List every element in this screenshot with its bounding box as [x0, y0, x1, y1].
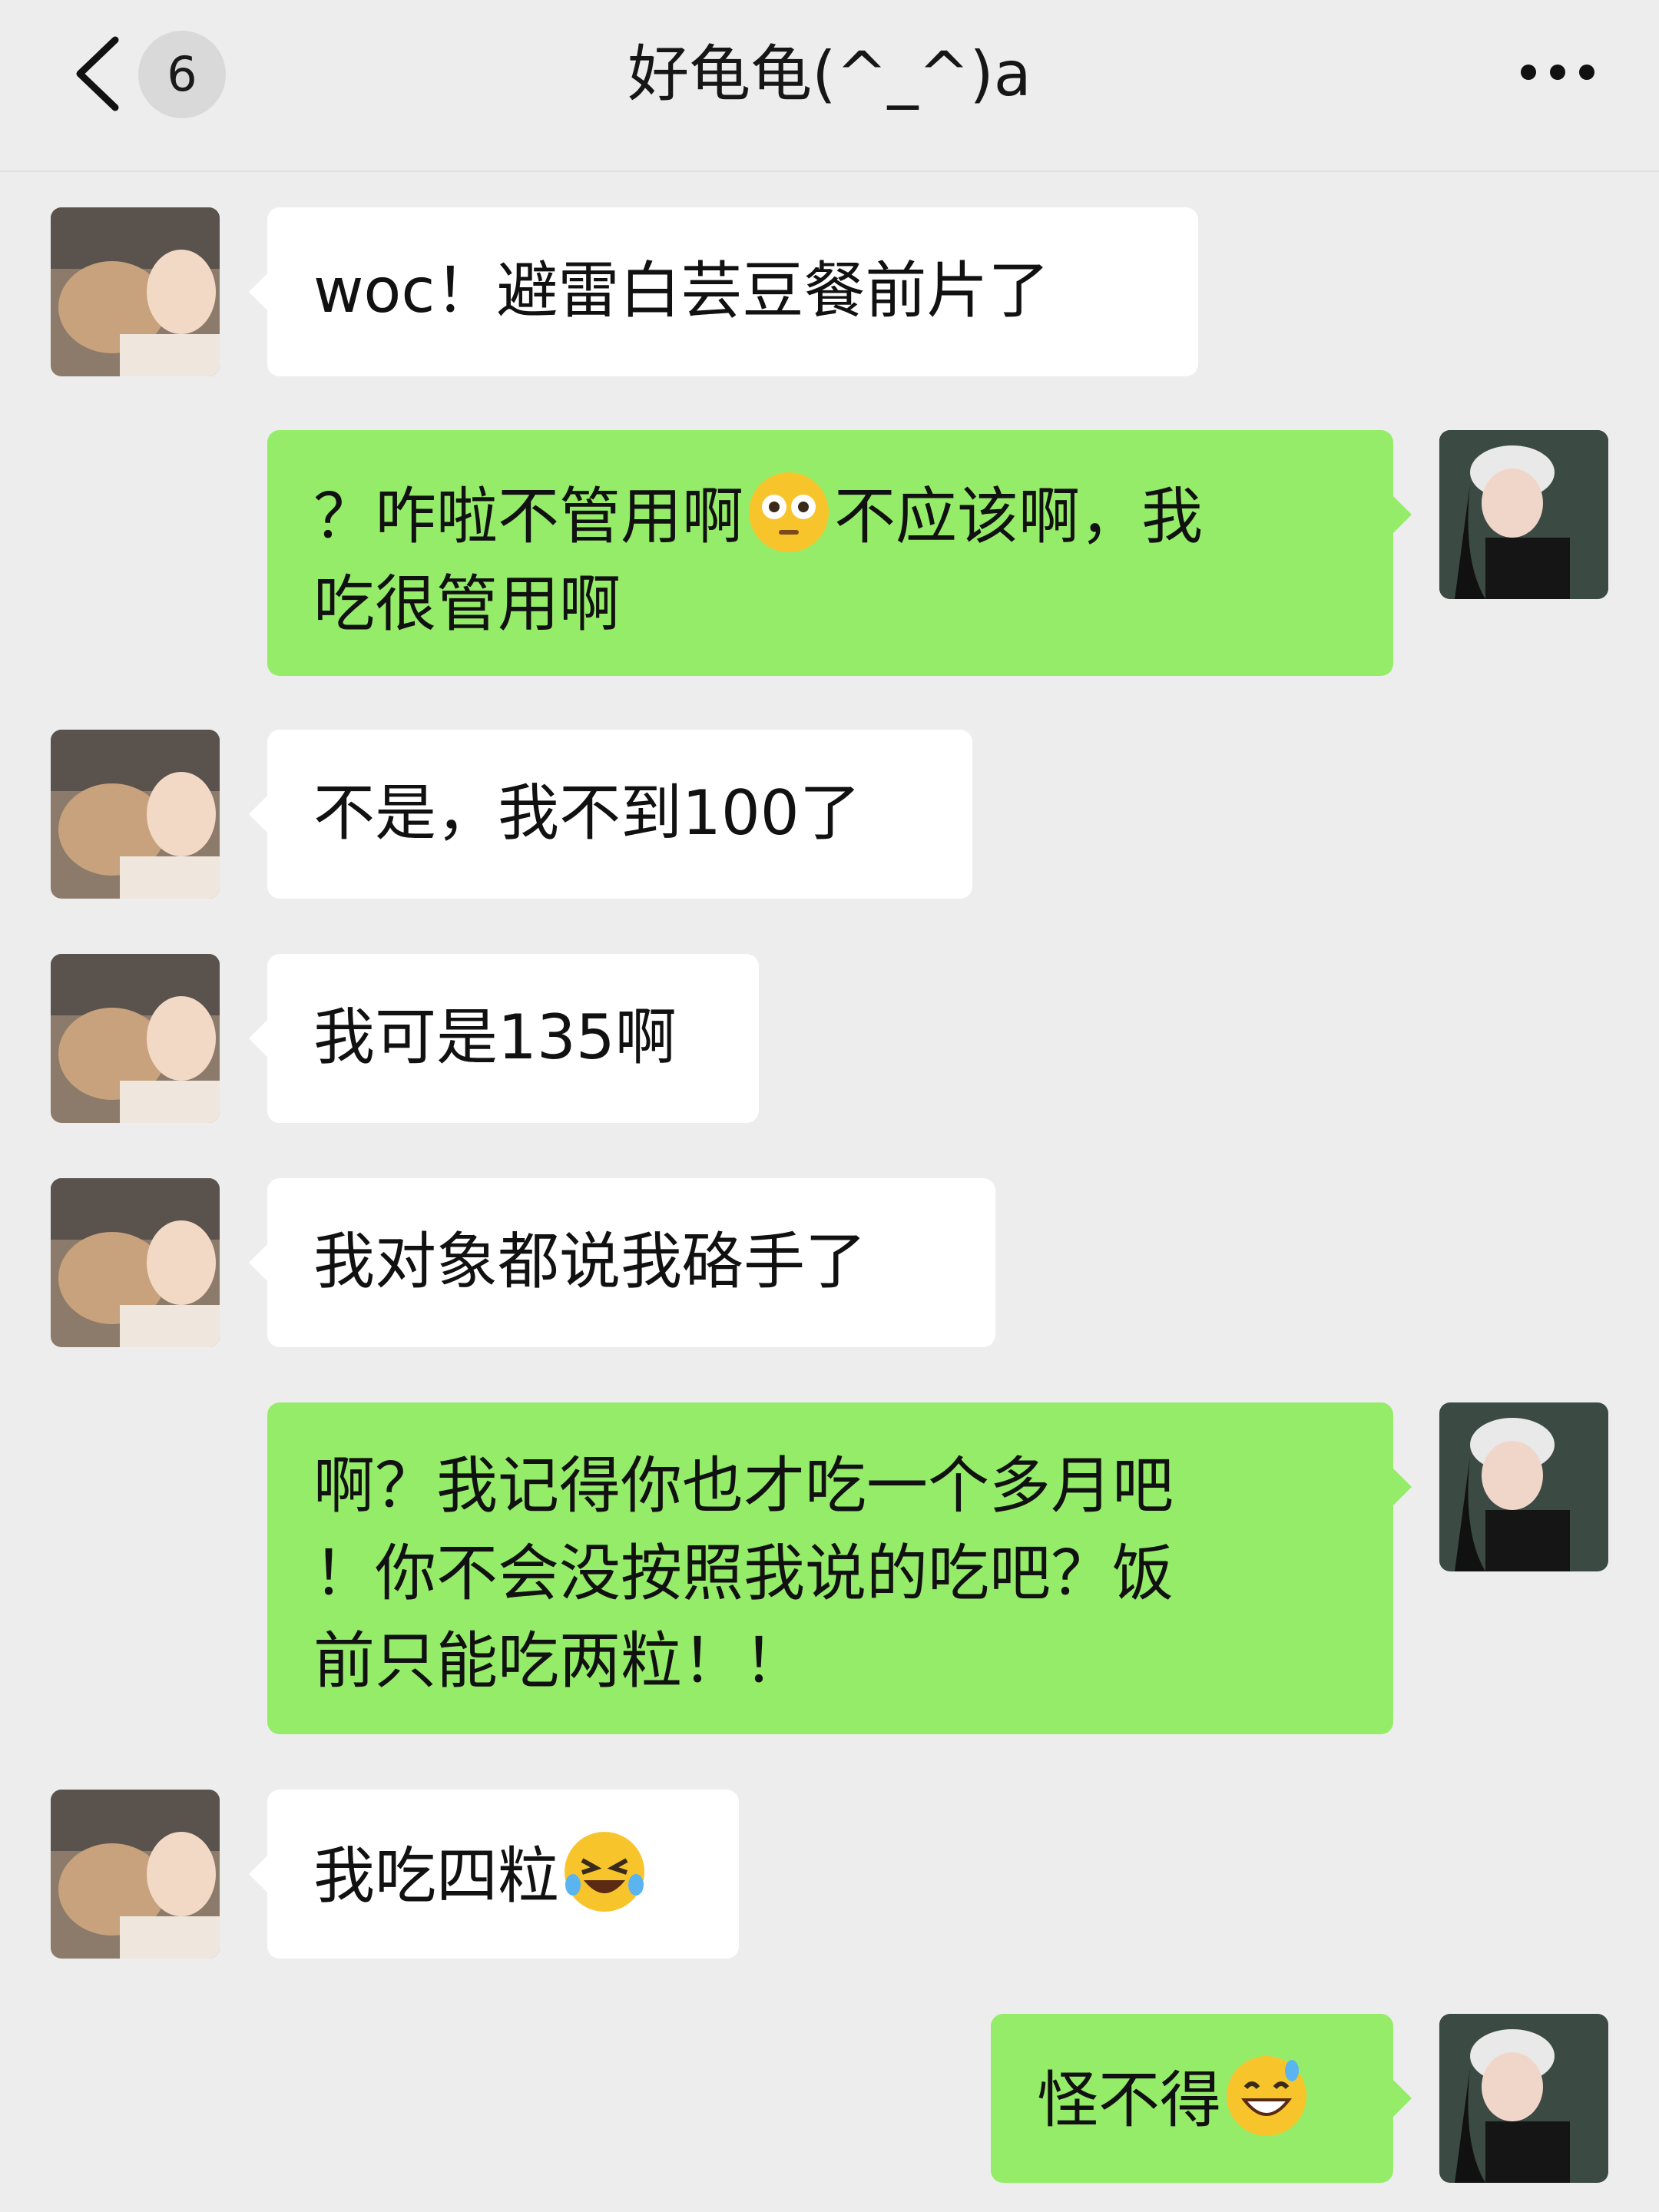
message-row: ？咋啦不管用啊 不应该啊，我 吃很管用啊	[0, 430, 1659, 676]
contact-avatar[interactable]	[51, 1178, 220, 1347]
message-bubble[interactable]: woc！避雷白芸豆餐前片了	[267, 207, 1198, 376]
message-text: 我吃四粒	[313, 1840, 559, 1912]
message-text: 我对象都说我硌手了	[313, 1226, 866, 1297]
contact-avatar[interactable]	[51, 954, 220, 1123]
message-bubble[interactable]: ？咋啦不管用啊 不应该啊，我 吃很管用啊	[267, 430, 1393, 676]
message-row: 啊？我记得你也才吃一个多月吧 ！你不会没按照我说的吃吧？饭 前只能吃两粒！！	[0, 1402, 1659, 1734]
unread-count-badge[interactable]: 6	[138, 31, 226, 118]
rolling-laughing-emoji	[565, 1832, 644, 1912]
my-avatar[interactable]	[1439, 2014, 1608, 2183]
my-avatar[interactable]	[1439, 1402, 1608, 1571]
message-text: 啊？我记得你也才吃一个多月吧 ！你不会没按照我说的吃吧？饭 前只能吃两粒！！	[313, 1450, 1174, 1697]
grinning-sweat-emoji	[1227, 2056, 1306, 2136]
flushed-face-emoji	[749, 472, 829, 552]
message-text: woc！避雷白芸豆餐前片了	[313, 255, 1050, 326]
contact-avatar[interactable]	[51, 730, 220, 899]
chevron-left-icon[interactable]	[71, 35, 124, 112]
chat-header: 6 好龟龟(^_^)a	[0, 0, 1659, 172]
message-text: 我可是135啊	[313, 1002, 677, 1073]
contact-avatar[interactable]	[51, 207, 220, 376]
message-row: woc！避雷白芸豆餐前片了	[0, 207, 1659, 376]
message-row: 我对象都说我硌手了	[0, 1178, 1659, 1347]
message-row: 怪不得	[0, 2014, 1659, 2183]
message-bubble[interactable]: 怪不得	[991, 2014, 1393, 2183]
message-bubble[interactable]: 啊？我记得你也才吃一个多月吧 ！你不会没按照我说的吃吧？饭 前只能吃两粒！！	[267, 1402, 1393, 1734]
more-dots-icon[interactable]	[1521, 61, 1598, 88]
message-text: ？咋啦不管用啊	[313, 481, 743, 552]
chat-title: 好龟龟(^_^)a	[628, 38, 1031, 110]
message-row: 不是，我不到100了	[0, 730, 1659, 899]
contact-avatar[interactable]	[51, 1790, 220, 1959]
message-bubble[interactable]: 我吃四粒	[267, 1790, 739, 1959]
message-bubble[interactable]: 不是，我不到100了	[267, 730, 972, 899]
message-text: 不是，我不到100了	[313, 777, 861, 849]
message-bubble[interactable]: 我可是135啊	[267, 954, 759, 1123]
message-row: 我可是135啊	[0, 954, 1659, 1123]
message-row: 我吃四粒	[0, 1790, 1659, 1959]
message-bubble[interactable]: 我对象都说我硌手了	[267, 1178, 995, 1347]
my-avatar[interactable]	[1439, 430, 1608, 599]
message-text: 怪不得	[1037, 2065, 1221, 2136]
